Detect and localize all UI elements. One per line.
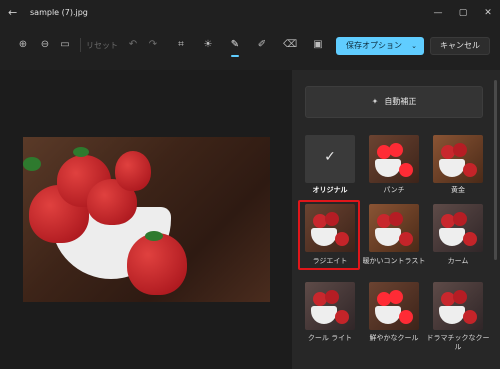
filter-vivid-cool[interactable] — [369, 282, 419, 330]
actual-size-icon[interactable]: ▭ — [58, 38, 72, 52]
filter-label: パンチ — [383, 186, 405, 194]
filter-calm[interactable] — [433, 204, 483, 252]
filter-punch[interactable] — [369, 135, 419, 183]
maximize-icon[interactable]: ▢ — [455, 6, 471, 20]
filter-label: オリジナル — [312, 186, 348, 194]
filter-golden[interactable] — [433, 135, 483, 183]
reset-button[interactable]: リセット — [86, 40, 118, 51]
crop-icon[interactable]: ⌗ — [174, 38, 188, 52]
filter-thumbnail — [369, 204, 419, 252]
filter-label: ドラマチックなクール — [426, 334, 490, 351]
erase-icon[interactable]: ⌫ — [283, 38, 297, 52]
undo-icon[interactable]: ↶ — [126, 38, 140, 52]
window-title: sample (7).jpg — [30, 8, 88, 17]
filter-thumbnail — [305, 282, 355, 330]
back-arrow-icon[interactable]: ← — [8, 6, 22, 20]
filter-original[interactable]: ✓ — [305, 135, 355, 183]
filter-label: カーム — [447, 257, 469, 265]
save-options-button[interactable]: 保存オプション ⌄ — [336, 37, 424, 55]
photo-leaf — [73, 147, 89, 157]
adjust-icon[interactable]: ☀ — [201, 38, 215, 52]
save-options-label: 保存オプション — [346, 41, 402, 50]
filter-thumbnail — [433, 204, 483, 252]
cancel-button[interactable]: キャンセル — [430, 37, 490, 55]
filter-label: 黄金 — [451, 186, 465, 194]
chevron-down-icon: ⌄ — [411, 42, 417, 50]
filter-thumbnail — [369, 135, 419, 183]
photo-strawberry — [115, 151, 151, 191]
photo-leaf — [23, 157, 41, 171]
filter-thumbnail — [369, 282, 419, 330]
auto-enhance-label: 自動補正 — [384, 97, 417, 106]
filter-icon[interactable]: ✎ — [228, 38, 242, 52]
filter-warm-contrast[interactable] — [369, 204, 419, 252]
markup-icon[interactable]: ✐ — [255, 38, 269, 52]
title-bar: ← sample (7).jpg — ▢ ✕ — [0, 0, 500, 28]
toolbar-divider — [80, 38, 81, 52]
toolbar — [0, 28, 500, 60]
filter-thumbnail — [433, 282, 483, 330]
redo-icon[interactable]: ↷ — [146, 38, 160, 52]
filter-cool-light[interactable] — [305, 282, 355, 330]
zoom-in-icon[interactable]: ⊕ — [16, 38, 30, 52]
panel-scrollbar[interactable] — [494, 80, 497, 260]
auto-enhance-button[interactable]: ✦ 自動補正 — [305, 86, 483, 118]
check-icon: ✓ — [324, 149, 336, 165]
zoom-out-icon[interactable]: ⊖ — [38, 38, 52, 52]
photos-editor-window: ← sample (7).jpg — ▢ ✕ ⊕ ⊖ ▭ リセット ↶ ↷ ⌗ … — [0, 0, 500, 369]
filter-dramatic-cool[interactable] — [433, 282, 483, 330]
effects-icon[interactable]: ▣ — [311, 38, 325, 52]
magic-wand-icon: ✦ — [371, 97, 379, 106]
close-icon[interactable]: ✕ — [480, 6, 496, 20]
filter-thumbnail — [433, 135, 483, 183]
filter-label: クール ライト — [307, 334, 353, 342]
photo-leaf — [145, 231, 163, 241]
photo-strawberry — [127, 233, 187, 295]
active-tool-indicator — [231, 55, 239, 57]
selection-highlight — [298, 200, 360, 270]
minimize-icon[interactable]: — — [430, 6, 446, 20]
filter-label: 鮮やかなクール — [369, 334, 419, 342]
photo-preview[interactable] — [23, 137, 270, 302]
filter-label: 暖かいコントラスト — [362, 257, 426, 265]
